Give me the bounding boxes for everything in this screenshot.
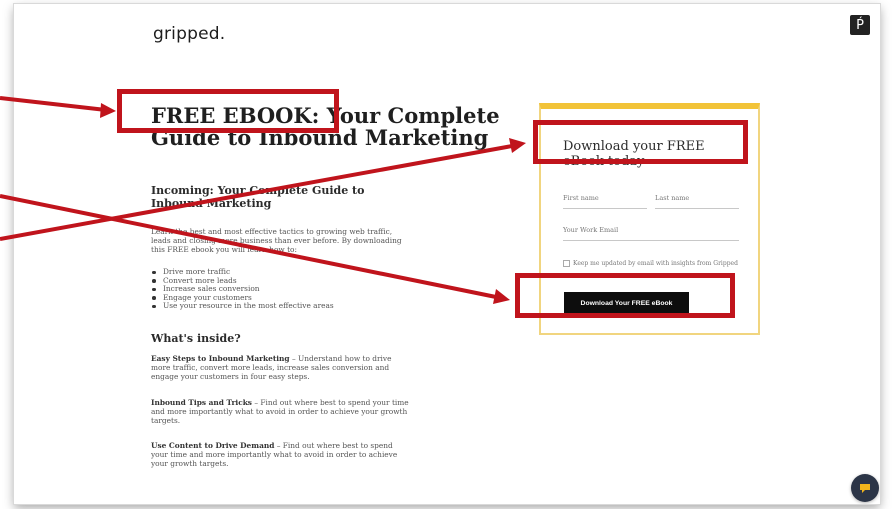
arrowhead-icon [509,138,526,153]
arrowhead-icon [100,103,116,118]
annotation-arrows [0,96,526,304]
arrow-to-title [0,96,107,112]
arrow-to-form-title [0,144,513,241]
arrowhead-icon [493,289,510,304]
arrow-to-button [0,194,497,299]
